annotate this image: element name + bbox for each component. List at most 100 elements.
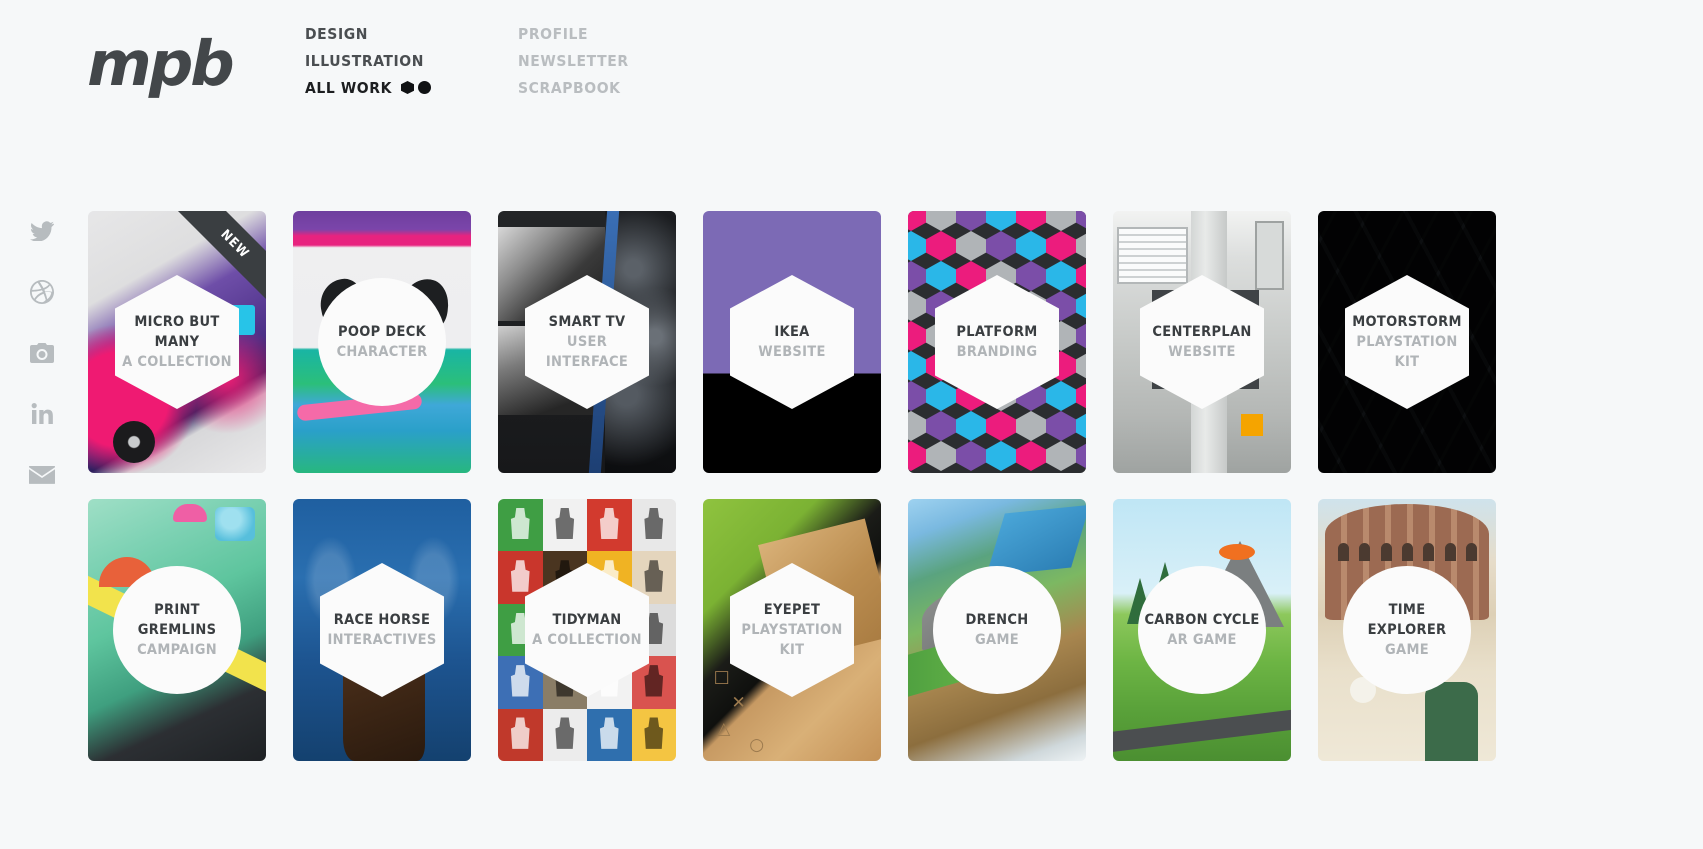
cube-facet — [926, 441, 956, 471]
project-card[interactable]: RACE HORSE INTERACTIVES — [293, 499, 471, 761]
tidyman-tile — [631, 499, 676, 552]
tidyman-pictogram — [644, 507, 664, 540]
cube-facet — [956, 441, 986, 471]
nav-item-label: NEWSLETTER — [518, 51, 629, 70]
tidyman-tile — [542, 708, 587, 761]
cube-facet — [1016, 441, 1046, 471]
project-card[interactable]: DRENCH GAME — [908, 499, 1086, 761]
project-title: IKEA — [774, 324, 810, 340]
tidyman-pictogram — [510, 560, 530, 592]
playstation-symbol: ○ — [749, 734, 765, 755]
cube-facet — [926, 411, 956, 441]
project-label-badge: TIME EXPLORER GAME — [1343, 566, 1471, 694]
nav-item-all-work[interactable]: ALL WORK — [305, 74, 431, 101]
factory-window — [1116, 226, 1188, 285]
cube-facet — [926, 381, 956, 411]
project-subtitle: A COLLECTION — [532, 632, 642, 648]
tidyman-pictogram — [510, 665, 530, 697]
project-card[interactable]: PLATFORM BRANDING — [908, 211, 1086, 473]
project-card[interactable]: IKEA WEBSITE — [703, 211, 881, 473]
project-label-badge: DRENCH GAME — [933, 566, 1061, 694]
cube-facet — [1046, 381, 1076, 411]
project-subtitle: GAME — [975, 632, 1019, 648]
green-door — [1424, 682, 1479, 761]
nav-item-newsletter[interactable]: NEWSLETTER — [518, 47, 629, 74]
tidyman-tile — [631, 708, 676, 761]
playstation-symbol: ✕ — [731, 692, 746, 713]
project-card[interactable]: OVERVIEWSTORYCENTERPLANWEBSITE — [1113, 211, 1291, 473]
nav-item-illustration[interactable]: ILLUSTRATION — [305, 47, 431, 74]
project-card[interactable]: CARBON CYCLE AR GAME — [1113, 499, 1291, 761]
dribbble-icon[interactable] — [14, 261, 70, 322]
project-row: NEW MICRO BUT MANY A COLLECTION POOP DECK CH… — [88, 211, 1664, 473]
cube-facet — [986, 211, 1016, 231]
twitter-icon[interactable] — [14, 200, 70, 261]
project-label-badge: POOP DECK CHARACTER — [318, 278, 446, 406]
project-card[interactable]: SMART TV USER INTERFACE — [498, 211, 676, 473]
cube-facet — [908, 291, 926, 321]
project-title: SMART TV — [548, 314, 626, 330]
nav-item-profile[interactable]: PROFILE — [518, 20, 629, 47]
project-card[interactable]: POOP DECK CHARACTER — [293, 211, 471, 473]
cube-facet — [908, 261, 926, 291]
cube-facet — [956, 211, 986, 231]
cube-facet — [1016, 231, 1046, 261]
cube-facet — [908, 231, 926, 261]
tidyman-tile — [587, 499, 632, 552]
colosseum-arch — [1380, 543, 1392, 562]
tidyman-tile — [498, 499, 543, 552]
nav-item-label: SCRAPBOOK — [518, 78, 621, 97]
cube-facet — [1016, 261, 1046, 291]
road — [1113, 707, 1291, 753]
cube-facet — [926, 211, 956, 231]
project-label-badge: CARBON CYCLE AR GAME — [1138, 566, 1266, 694]
cube-facet — [1076, 291, 1086, 321]
nav-item-design[interactable]: DESIGN — [305, 20, 431, 47]
project-subtitle: WEBSITE — [758, 344, 826, 360]
email-icon[interactable] — [14, 444, 70, 505]
secondary-nav: PROFILE NEWSLETTER SCRAPBOOK — [518, 20, 629, 101]
tidyman-pictogram — [510, 717, 530, 749]
project-label-badge: PRINT GREMLINS CAMPAIGN — [113, 566, 241, 694]
nav-item-scrapbook[interactable]: SCRAPBOOK — [518, 74, 629, 101]
project-card[interactable]: PRINT GREMLINS CAMPAIGN — [88, 499, 266, 761]
cube-facet — [1076, 321, 1086, 351]
project-subtitle: USER INTERFACE — [545, 334, 629, 370]
project-subtitle: AR GAME — [1167, 632, 1237, 648]
cube-facet — [1076, 441, 1086, 471]
tidyman-pictogram — [510, 507, 530, 540]
tidyman-pictogram — [644, 560, 664, 592]
wall-panel — [1255, 221, 1284, 290]
project-card[interactable]: △ ✕ ○ □ EYEPET PLAYSTATION KIT — [703, 499, 881, 761]
project-card[interactable]: TIDYMAN A COLLECTION — [498, 499, 676, 761]
project-card[interactable]: MOTORSTORM PLAYSTATION KIT — [1318, 211, 1496, 473]
cube-facet — [1046, 261, 1076, 291]
project-subtitle: WEBSITE — [1168, 344, 1236, 360]
colosseum-arch — [1338, 543, 1350, 562]
project-card[interactable]: NEW MICRO BUT MANY A COLLECTION — [88, 211, 266, 473]
cube-facet — [1076, 211, 1086, 231]
nav-item-label: ILLUSTRATION — [305, 51, 425, 70]
social-rail — [14, 200, 70, 505]
project-title: TIME EXPLORER — [1367, 602, 1447, 638]
linkedin-icon[interactable] — [14, 383, 70, 444]
site-logo[interactable]: mpb — [81, 27, 240, 100]
site-header: mpb DESIGN ILLUSTRATION ALL WORK PROFILE NE… — [0, 0, 1703, 200]
playstation-symbol: △ — [717, 719, 731, 740]
tidyman-pictogram — [599, 507, 619, 540]
instagram-icon[interactable] — [14, 322, 70, 383]
colosseum-arch — [1444, 543, 1456, 562]
primary-nav: DESIGN ILLUSTRATION ALL WORK — [305, 20, 431, 101]
cube-facet — [1076, 231, 1086, 261]
project-title: PRINT GREMLINS — [137, 602, 217, 638]
project-title: CENTERPLAN — [1152, 324, 1252, 340]
playstation-symbol: □ — [713, 666, 730, 687]
hexagon-marker-icon — [401, 81, 414, 94]
project-subtitle: GAME — [1385, 642, 1429, 658]
project-card[interactable]: TIME EXPLORER GAME — [1318, 499, 1496, 761]
cube-facet — [908, 351, 926, 381]
colosseum-arch — [1359, 543, 1371, 562]
nav-item-label: ALL WORK — [305, 78, 392, 97]
cube-facet — [1076, 261, 1086, 291]
blue-structure — [215, 506, 256, 541]
